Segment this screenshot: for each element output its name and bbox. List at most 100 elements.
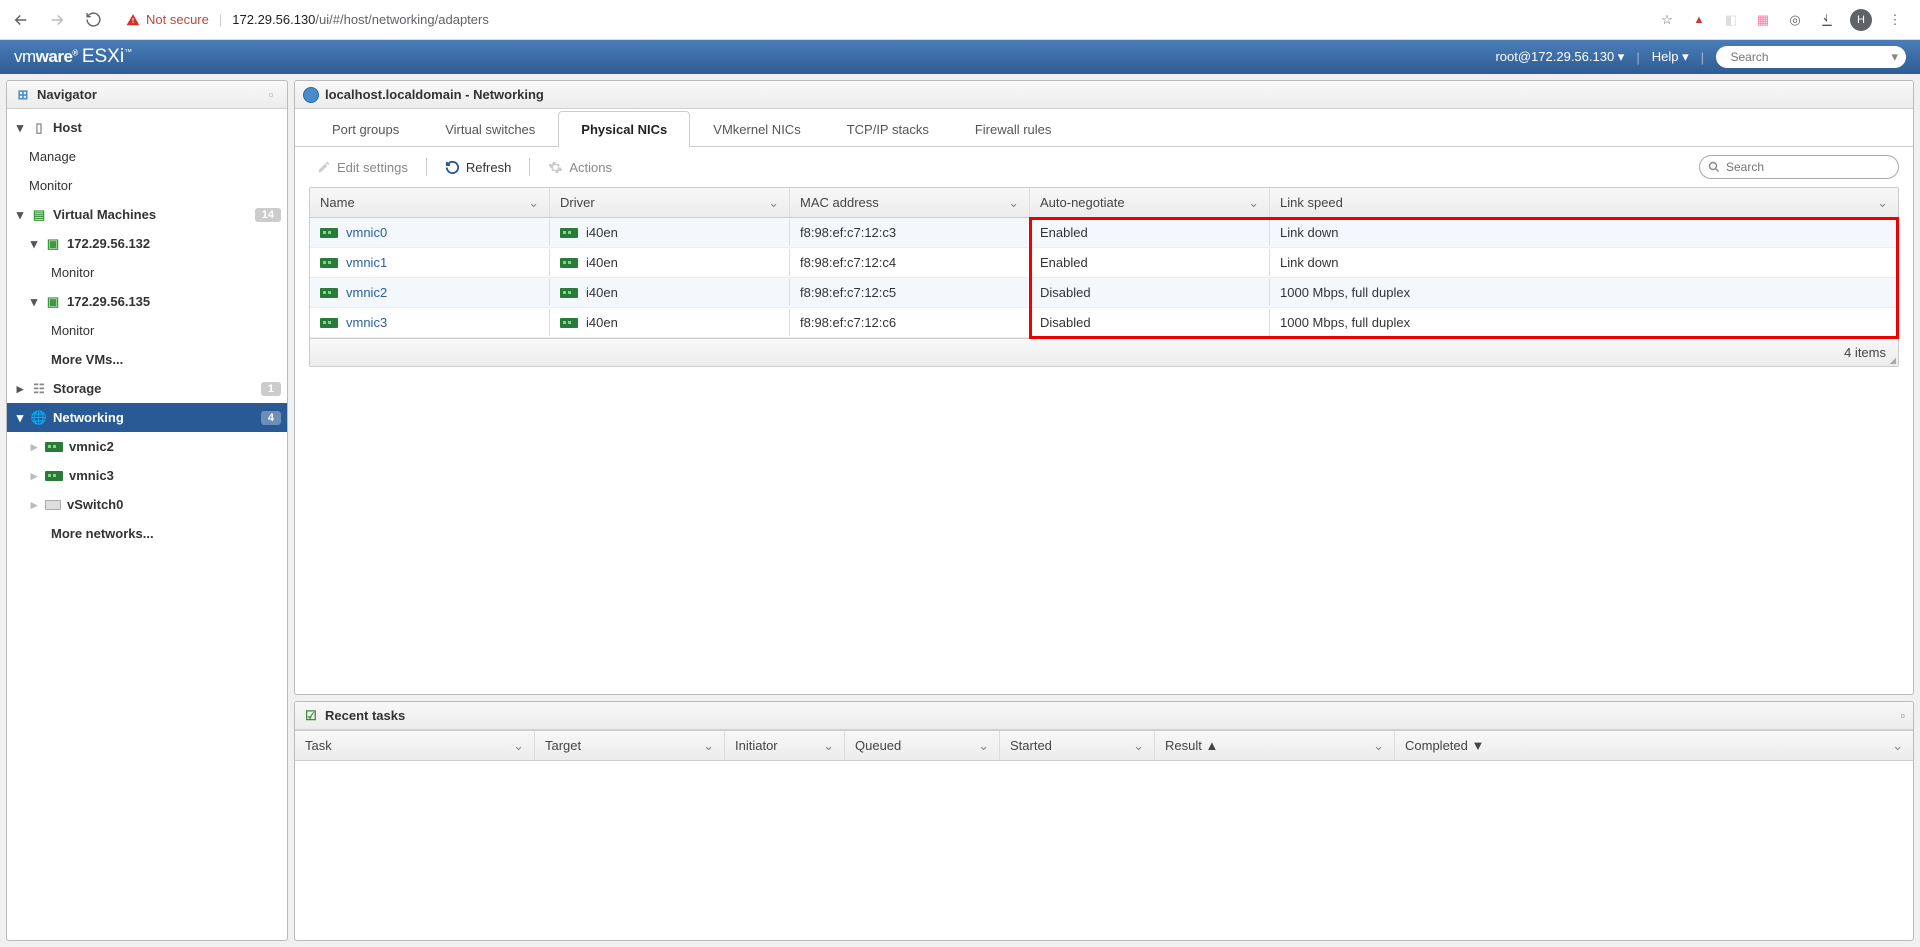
bookmark-star-icon[interactable]: ☆ — [1658, 11, 1676, 29]
networking-tabs: Port groups Virtual switches Physical NI… — [295, 109, 1913, 147]
networking-title-icon — [303, 87, 319, 103]
nic-icon — [45, 442, 63, 452]
nav-vmnic2[interactable]: ▸vmnic2 — [7, 432, 287, 461]
auto-negotiate-value: Enabled — [1040, 255, 1088, 270]
task-col-task[interactable]: Task⌄ — [295, 731, 535, 760]
host-icon: ▯ — [31, 120, 47, 136]
link-speed-value: Link down — [1280, 225, 1339, 240]
nic-icon — [560, 288, 578, 298]
global-search-input[interactable] — [1730, 50, 1885, 64]
task-col-initiator[interactable]: Initiator⌄ — [725, 731, 845, 760]
grid-toolbar: Edit settings Refresh Actions — [295, 147, 1913, 187]
auto-negotiate-value: Disabled — [1040, 285, 1091, 300]
nav-vmnic3[interactable]: ▸vmnic3 — [7, 461, 287, 490]
nav-vswitch0[interactable]: ▸vSwitch0 — [7, 490, 287, 519]
task-col-result[interactable]: Result ▲⌄ — [1155, 731, 1395, 760]
actions-button[interactable]: Actions — [540, 156, 620, 179]
help-menu[interactable]: Help ▾ — [1652, 49, 1689, 65]
collapse-icon[interactable]: ▫ — [263, 87, 279, 103]
chevron-down-icon: ⌄ — [1877, 195, 1888, 211]
nic-name-link[interactable]: vmnic1 — [346, 255, 387, 270]
content-header: localhost.localdomain - Networking — [295, 81, 1913, 109]
nav-virtual-machines[interactable]: ▾▤Virtual Machines14 — [7, 200, 287, 229]
vm-icon: ▣ — [45, 236, 61, 252]
resize-grip-icon[interactable]: ◢ — [1886, 354, 1896, 364]
chevron-down-icon: ⌄ — [528, 195, 539, 211]
col-driver[interactable]: Driver⌄ — [550, 188, 790, 217]
extension-icon-2[interactable]: ▦ — [1754, 11, 1772, 29]
chevron-down-icon: ⌄ — [768, 195, 779, 211]
task-col-completed[interactable]: Completed ▼⌄ — [1395, 731, 1913, 760]
maximize-icon[interactable]: ▫ — [1900, 708, 1905, 723]
user-menu[interactable]: root@172.29.56.130 ▾ — [1495, 49, 1624, 65]
nic-name-link[interactable]: vmnic0 — [346, 225, 387, 240]
search-icon — [1708, 161, 1720, 173]
table-row[interactable]: vmnic3i40enf8:98:ef:c7:12:c6Disabled1000… — [310, 308, 1898, 338]
nav-host-monitor[interactable]: Monitor — [7, 171, 287, 200]
address-bar[interactable]: Not secure | 172.29.56.130/ui/#/host/net… — [116, 6, 1648, 34]
nav-networking[interactable]: ▾🌐Networking4 — [7, 403, 287, 432]
table-row[interactable]: vmnic2i40enf8:98:ef:c7:12:c5Disabled1000… — [310, 278, 1898, 308]
pencil-icon — [317, 160, 331, 174]
table-row[interactable]: vmnic0i40enf8:98:ef:c7:12:c3EnabledLink … — [310, 218, 1898, 248]
driver-value: i40en — [586, 285, 618, 300]
table-row[interactable]: vmnic1i40enf8:98:ef:c7:12:c4EnabledLink … — [310, 248, 1898, 278]
recent-tasks-panel: ☑ Recent tasks ▫ Task⌄ Target⌄ Initiator… — [294, 701, 1914, 941]
nav-host-manage[interactable]: Manage — [7, 142, 287, 171]
browser-toolbar: Not secure | 172.29.56.130/ui/#/host/net… — [0, 0, 1920, 40]
vm-folder-icon: ▤ — [31, 207, 47, 223]
browser-back-button[interactable] — [8, 7, 34, 33]
browser-forward-button[interactable] — [44, 7, 70, 33]
nav-vm-2[interactable]: ▾▣172.29.56.135 — [7, 287, 287, 316]
pdf-extension-icon[interactable]: ▲ — [1690, 11, 1708, 29]
nav-more-networks[interactable]: More networks... — [7, 519, 287, 548]
nic-name-link[interactable]: vmnic2 — [346, 285, 387, 300]
search-dropdown-icon[interactable]: ▾ — [1891, 49, 1898, 65]
grid-search[interactable] — [1699, 155, 1899, 179]
refresh-button[interactable]: Refresh — [437, 156, 520, 179]
nav-host[interactable]: ▾▯Host — [7, 113, 287, 142]
task-col-queued[interactable]: Queued⌄ — [845, 731, 1000, 760]
nav-vm-1-monitor[interactable]: Monitor — [7, 258, 287, 287]
link-speed-value: 1000 Mbps, full duplex — [1280, 315, 1410, 330]
nav-vm-1[interactable]: ▾▣172.29.56.132 — [7, 229, 287, 258]
vm-icon: ▣ — [45, 294, 61, 310]
recent-tasks-title: Recent tasks — [325, 708, 405, 723]
tasks-icon: ☑ — [303, 708, 319, 724]
tab-firewall-rules[interactable]: Firewall rules — [952, 111, 1075, 147]
extension-icon-3[interactable]: ◎ — [1786, 11, 1804, 29]
tab-port-groups[interactable]: Port groups — [309, 111, 422, 147]
profile-avatar[interactable]: H — [1850, 9, 1872, 31]
tab-physical-nics[interactable]: Physical NICs — [558, 111, 690, 147]
grid-search-input[interactable] — [1726, 160, 1890, 174]
browser-reload-button[interactable] — [80, 7, 106, 33]
col-name[interactable]: Name⌄ — [310, 188, 550, 217]
edit-settings-button: Edit settings — [309, 156, 416, 179]
task-col-target[interactable]: Target⌄ — [535, 731, 725, 760]
download-icon[interactable] — [1818, 11, 1836, 29]
extension-icon-1[interactable]: ◧ — [1722, 11, 1740, 29]
grid-header-row: Name⌄ Driver⌄ MAC address⌄ Auto-negotiat… — [310, 188, 1898, 218]
auto-negotiate-value: Disabled — [1040, 315, 1091, 330]
nav-vm-2-monitor[interactable]: Monitor — [7, 316, 287, 345]
navigator-icon: ⊞ — [15, 87, 31, 103]
col-link-speed[interactable]: Link speed⌄ — [1270, 188, 1898, 217]
auto-negotiate-value: Enabled — [1040, 225, 1088, 240]
tab-virtual-switches[interactable]: Virtual switches — [422, 111, 558, 147]
nic-name-link[interactable]: vmnic3 — [346, 315, 387, 330]
link-speed-value: 1000 Mbps, full duplex — [1280, 285, 1410, 300]
tab-vmkernel-nics[interactable]: VMkernel NICs — [690, 111, 823, 147]
nav-more-vms[interactable]: More VMs... — [7, 345, 287, 374]
col-mac[interactable]: MAC address⌄ — [790, 188, 1030, 217]
nic-icon — [560, 318, 578, 328]
global-search[interactable]: ▾ — [1716, 46, 1906, 68]
browser-menu-icon[interactable]: ⋮ — [1886, 11, 1904, 29]
nic-icon — [560, 228, 578, 238]
task-col-started[interactable]: Started⌄ — [1000, 731, 1155, 760]
col-auto-negotiate[interactable]: Auto-negotiate⌄ — [1030, 188, 1270, 217]
page-title: localhost.localdomain - Networking — [325, 87, 544, 102]
nav-storage[interactable]: ▸☷Storage1 — [7, 374, 287, 403]
tab-tcpip-stacks[interactable]: TCP/IP stacks — [824, 111, 952, 147]
nic-icon — [320, 318, 338, 328]
nic-icon — [320, 258, 338, 268]
